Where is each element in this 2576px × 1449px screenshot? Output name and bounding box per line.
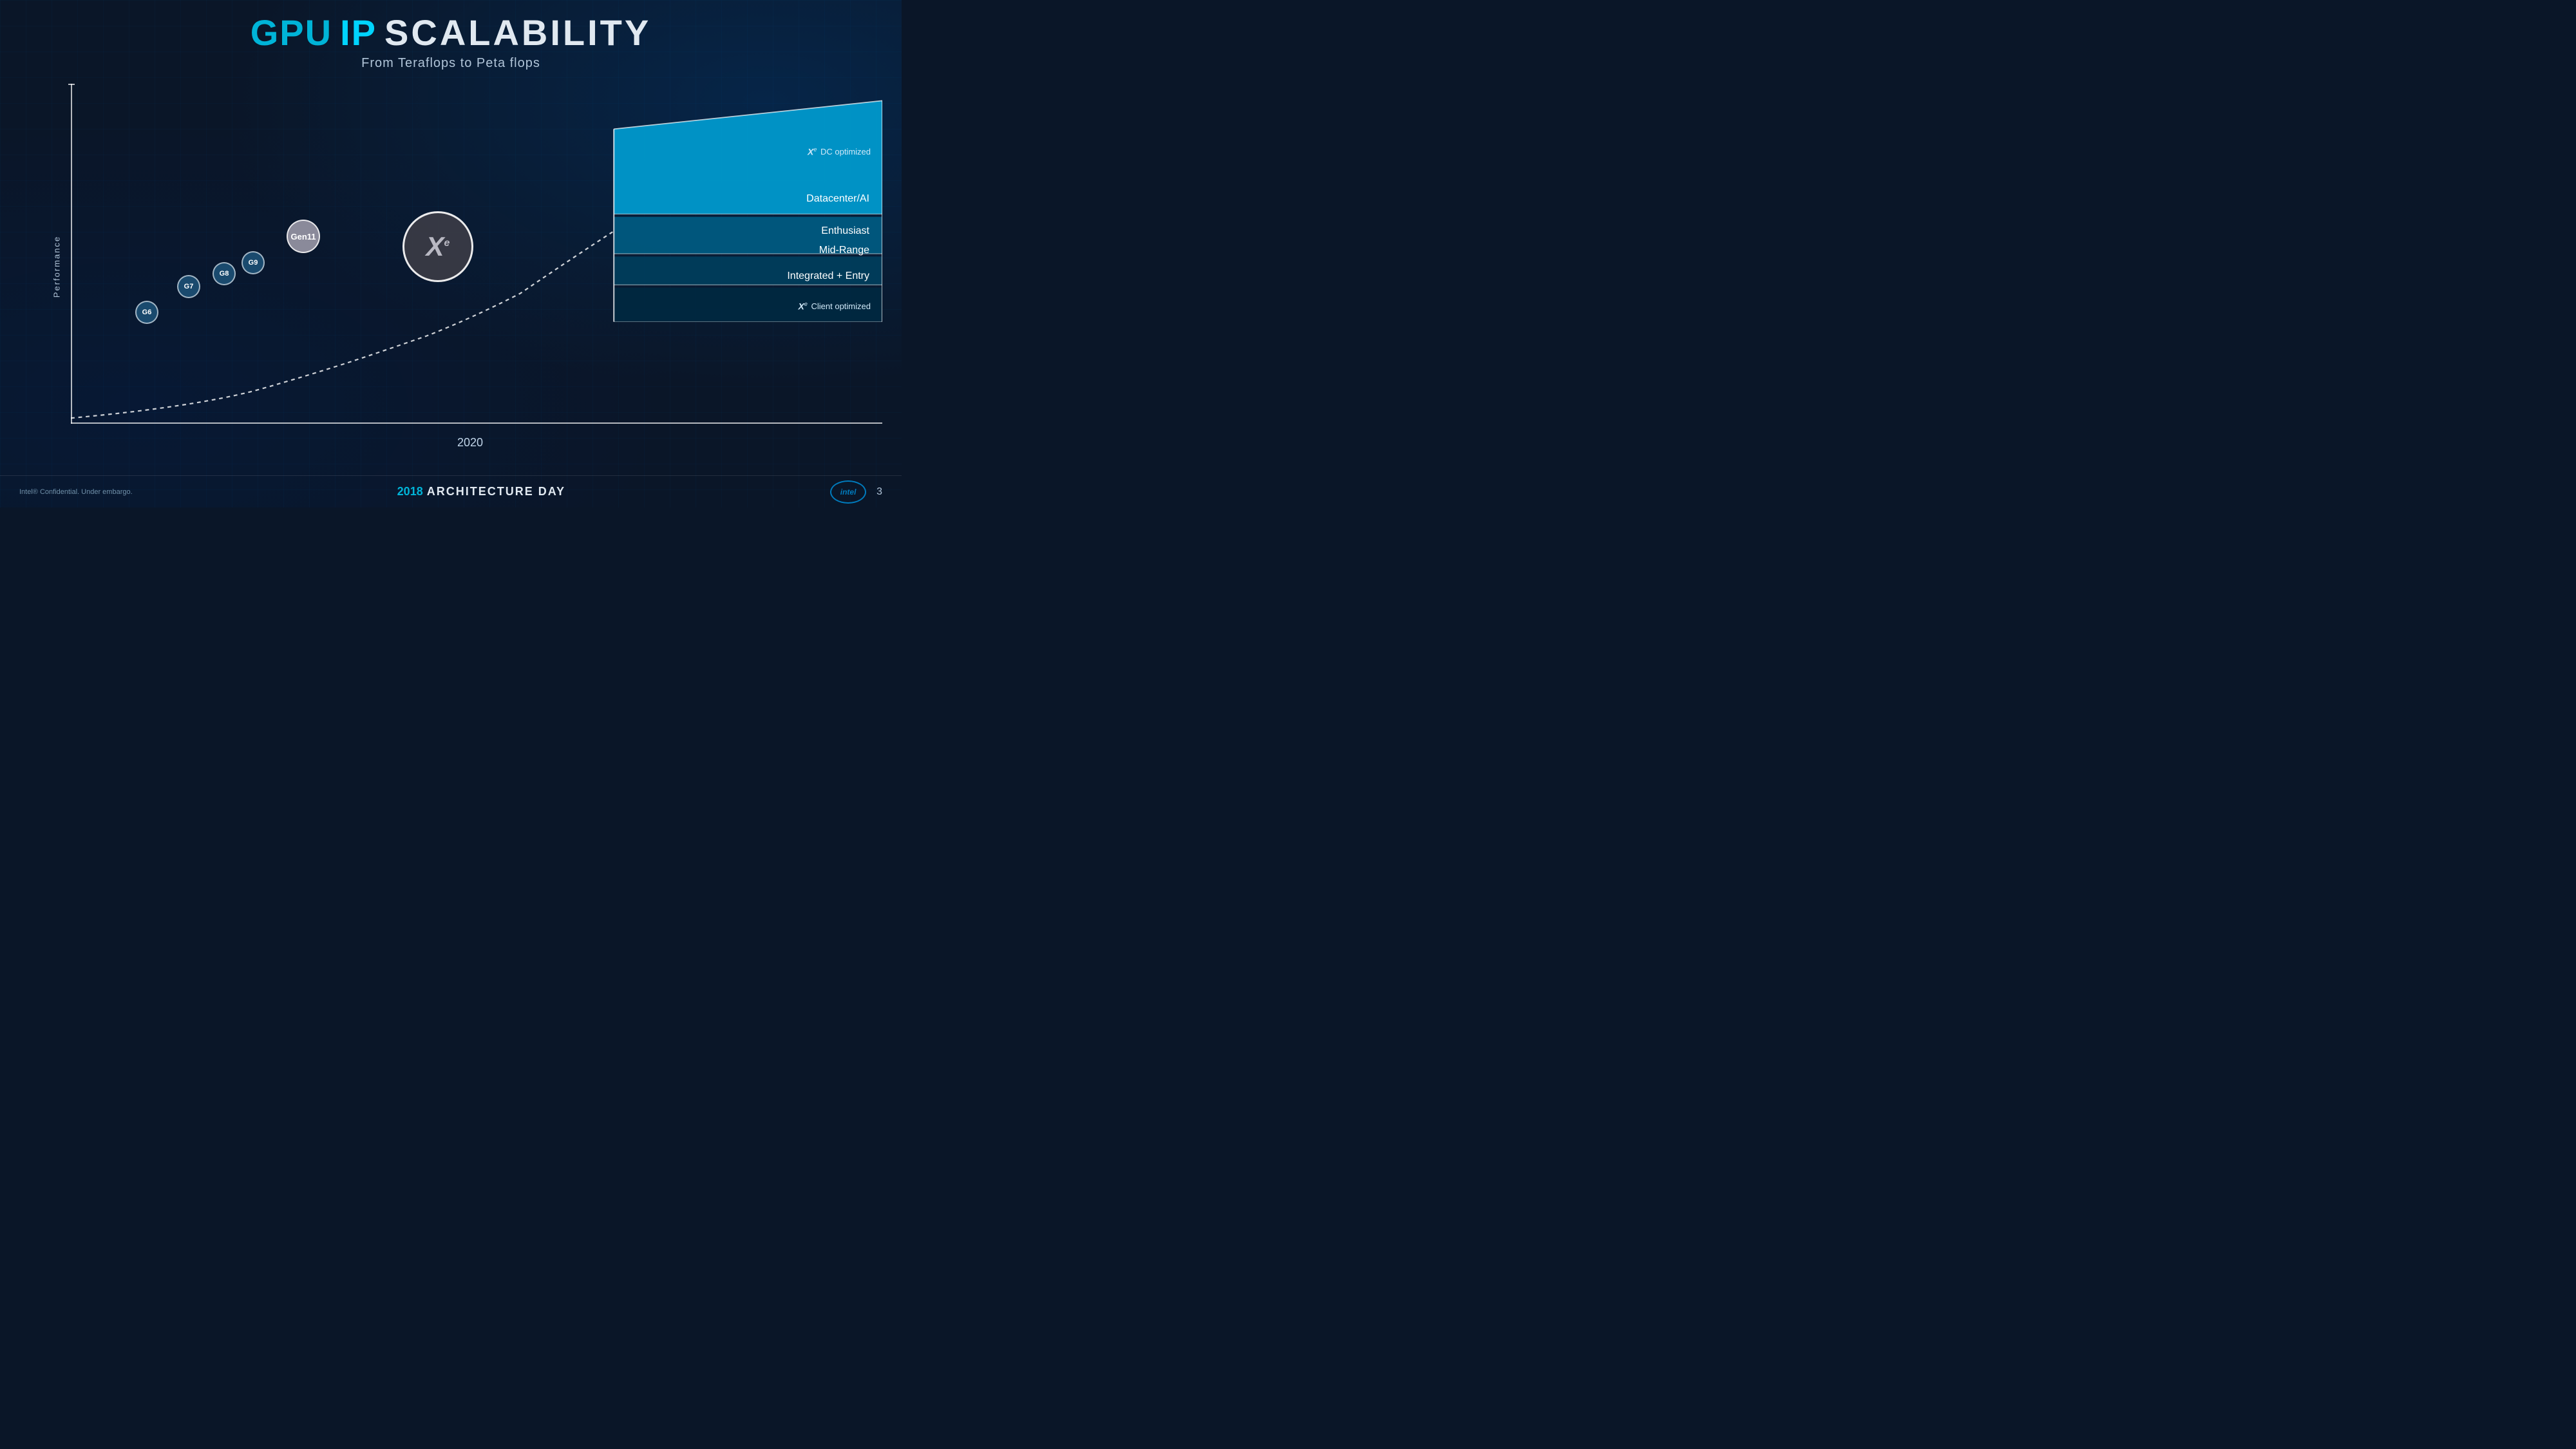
xe-label: Xe bbox=[426, 231, 450, 262]
title-ip: IP bbox=[340, 12, 377, 53]
gen-node-g6: G6 bbox=[135, 301, 158, 324]
main-content: GPU IP SCALABILITY From Teraflops to Pet… bbox=[0, 0, 902, 507]
footer: Intel® Confidential. Under embargo. 2018… bbox=[0, 475, 902, 507]
title-gpu: GPU bbox=[251, 12, 332, 53]
tier-integrated-label: Integrated + Entry bbox=[787, 270, 869, 282]
tier-midrange-label: Mid-Range bbox=[819, 245, 869, 256]
tier-enthusiast-label: Enthusiast bbox=[821, 225, 869, 237]
title-line: GPU IP SCALABILITY bbox=[0, 12, 902, 53]
dc-optimized-label: Xe DC optimized bbox=[808, 146, 871, 156]
year-label: 2020 bbox=[457, 436, 483, 450]
tier-datacenter-label: Datacenter/AI bbox=[806, 193, 869, 205]
chart-svg bbox=[71, 84, 882, 424]
gen-node-g9: G9 bbox=[242, 251, 265, 274]
footer-confidential: Intel® Confidential. Under embargo. bbox=[19, 488, 133, 496]
gen-node-xe: Xe bbox=[402, 211, 473, 282]
header: GPU IP SCALABILITY From Teraflops to Pet… bbox=[0, 0, 902, 71]
gen-node-g7: G7 bbox=[177, 275, 200, 298]
client-optimized-label: Xe Client optimized bbox=[799, 301, 871, 311]
page-number: 3 bbox=[876, 486, 882, 498]
gen-node-g8: G8 bbox=[213, 262, 236, 285]
footer-right: intel 3 bbox=[830, 480, 882, 504]
subtitle: From Teraflops to Peta flops bbox=[0, 56, 902, 71]
footer-year: 2018 bbox=[397, 485, 423, 498]
footer-center: 2018 ARCHITECTURE DAY bbox=[397, 485, 565, 498]
footer-event: ARCHITECTURE DAY bbox=[427, 485, 565, 498]
intel-logo: intel bbox=[830, 480, 866, 504]
gen-node-gen11: Gen11 bbox=[287, 220, 320, 253]
chart-area: Performance bbox=[26, 77, 889, 456]
title-scalability: SCALABILITY bbox=[384, 12, 651, 53]
chart-inner: G6 G7 G8 G9 Gen11 Xe bbox=[58, 84, 882, 424]
